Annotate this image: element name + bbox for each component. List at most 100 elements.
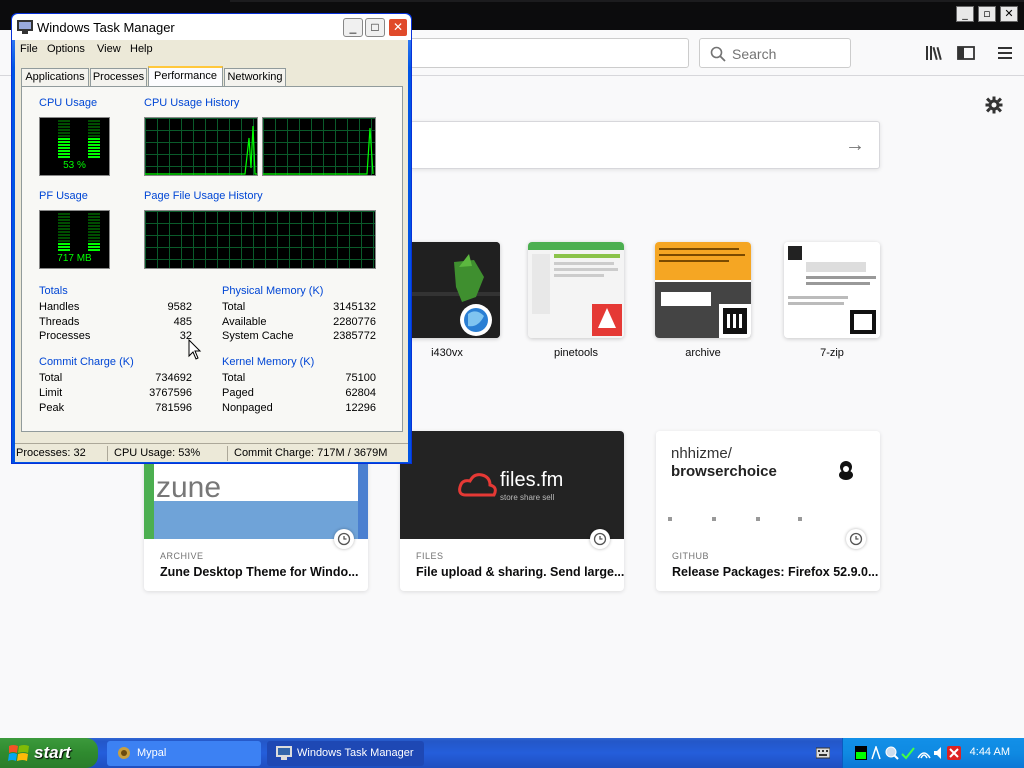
physical-memory-header: Physical Memory (K) — [222, 285, 324, 297]
tab-networking[interactable]: Networking — [224, 68, 286, 86]
start-button[interactable]: start — [0, 738, 98, 768]
library-icon[interactable] — [923, 42, 945, 64]
task-manager-icon — [17, 20, 33, 34]
gear-icon[interactable] — [984, 95, 1004, 115]
status-cpu: CPU Usage: 53% — [114, 447, 201, 459]
meter-segment — [88, 249, 100, 251]
tab-processes[interactable]: Processes — [90, 68, 147, 86]
cpu-history-label: CPU Usage History — [144, 97, 240, 109]
meter-segment — [58, 243, 70, 245]
sidebar-icon[interactable] — [955, 42, 977, 64]
minimize-icon[interactable]: _ — [343, 18, 363, 37]
card-image-text: nhhizme/ — [671, 445, 732, 462]
close-icon[interactable]: ✕ — [388, 18, 408, 37]
meter-segment — [58, 138, 70, 140]
kernel-memory-value: 12296 — [345, 402, 376, 414]
commit-charge-header: Commit Charge (K) — [39, 356, 134, 368]
kernel-memory-label: Paged — [222, 387, 254, 399]
meter-segment — [58, 153, 70, 155]
card-image-text: browserchoice — [671, 463, 777, 480]
taskbar-button-mypal[interactable]: Mypal — [107, 741, 261, 766]
top-site-label: i430vx — [431, 347, 463, 359]
meter-segment — [58, 123, 70, 125]
meter-segment — [58, 141, 70, 143]
tab-performance[interactable]: Performance — [148, 66, 223, 87]
network-icon[interactable] — [917, 746, 931, 760]
commit-charge-value: 781596 — [155, 402, 192, 414]
7zip-thumbnail — [784, 242, 880, 338]
meter-segment — [88, 237, 100, 239]
card-title: Zune Desktop Theme for Windo... — [160, 565, 359, 579]
meter-segment — [88, 216, 100, 218]
top-site-tile[interactable] — [528, 242, 624, 338]
newtab-search-box[interactable]: → — [410, 121, 880, 169]
restore-icon[interactable]: ▫ — [978, 6, 996, 22]
status-commit: Commit Charge: 717M / 3679M — [234, 447, 388, 459]
top-site-tile[interactable] — [404, 242, 500, 338]
meter-segment — [88, 213, 100, 215]
mypal-icon — [118, 747, 130, 759]
physical-memory-value: 2280776 — [333, 316, 376, 328]
meter-segment — [58, 147, 70, 149]
tray-app-icon[interactable] — [901, 746, 915, 760]
meter-segment — [88, 141, 100, 143]
totals-label: Handles — [39, 301, 80, 313]
meter-segment — [58, 213, 70, 215]
minimize-icon[interactable]: _ — [956, 6, 974, 22]
top-site-tile[interactable] — [655, 242, 751, 338]
menu-icon[interactable] — [994, 42, 1016, 64]
archive-thumbnail — [655, 242, 751, 338]
totals-label: Threads — [39, 316, 80, 328]
meter-segment — [88, 222, 100, 224]
speaker-icon[interactable] — [933, 746, 947, 760]
commit-charge-value: 734692 — [155, 372, 192, 384]
highlight-card[interactable]: nhhizme/ browserchoice GITHUB Release Pa… — [656, 431, 880, 591]
status-processes: Processes: 32 — [16, 447, 86, 459]
meter-segment — [88, 246, 100, 248]
totals-value: 32 — [179, 330, 192, 342]
highlight-card[interactable]: files.fm store share sell FILES File upl… — [400, 431, 624, 591]
tray-app-icon[interactable] — [871, 746, 881, 760]
menu-view[interactable]: View — [97, 43, 121, 55]
arrow-right-icon[interactable]: → — [845, 134, 865, 157]
menu-file[interactable]: File — [20, 43, 38, 55]
menu-help[interactable]: Help — [130, 43, 153, 55]
card-title: File upload & sharing. Send large... — [416, 565, 624, 579]
taskbar-button-task-manager[interactable]: Windows Task Manager — [267, 741, 424, 766]
top-site-tile[interactable] — [784, 242, 880, 338]
physical-memory-value: 3145132 — [333, 301, 376, 313]
cloud-logo-icon — [458, 473, 497, 497]
physical-memory-value: 2385772 — [333, 330, 376, 342]
totals-value: 485 — [173, 316, 192, 328]
top-site-label: 7-zip — [820, 347, 844, 359]
start-label: start — [34, 743, 71, 762]
meter-segment — [58, 246, 70, 248]
totals-value: 9582 — [167, 301, 192, 313]
cpu-history-graph — [144, 117, 258, 176]
card-image-text: files.fm — [500, 469, 564, 491]
pinetools-thumbnail — [528, 242, 624, 338]
commit-charge-label: Limit — [39, 387, 63, 399]
tray-app-icon[interactable] — [885, 746, 899, 760]
pf-usage-value: 717 MB — [57, 253, 92, 264]
meter-segment — [58, 120, 70, 122]
close-icon[interactable]: ✕ — [1000, 6, 1018, 22]
tab-applications[interactable]: Applications — [21, 68, 89, 86]
meter-segment — [58, 135, 70, 137]
search-icon — [710, 46, 726, 62]
task-manager-titlebar[interactable]: Windows Task Manager _ □ ✕ — [12, 14, 411, 40]
security-alert-icon[interactable] — [947, 746, 961, 760]
search-input[interactable]: Search — [699, 38, 851, 68]
kernel-memory-value: 75100 — [345, 372, 376, 384]
maximize-icon[interactable]: □ — [365, 18, 385, 37]
card-thumbnail: nhhizme/ browserchoice — [656, 431, 880, 539]
cpu-meter-icon[interactable] — [855, 746, 867, 760]
url-bar[interactable] — [410, 38, 689, 68]
keyboard-icon[interactable] — [816, 747, 830, 759]
task-manager-title: Windows Task Manager — [37, 20, 175, 35]
meter-segment — [58, 216, 70, 218]
menu-options[interactable]: Options — [47, 43, 85, 55]
pf-history-label: Page File Usage History — [144, 190, 263, 202]
meter-segment — [88, 231, 100, 233]
meter-segment — [58, 156, 70, 158]
